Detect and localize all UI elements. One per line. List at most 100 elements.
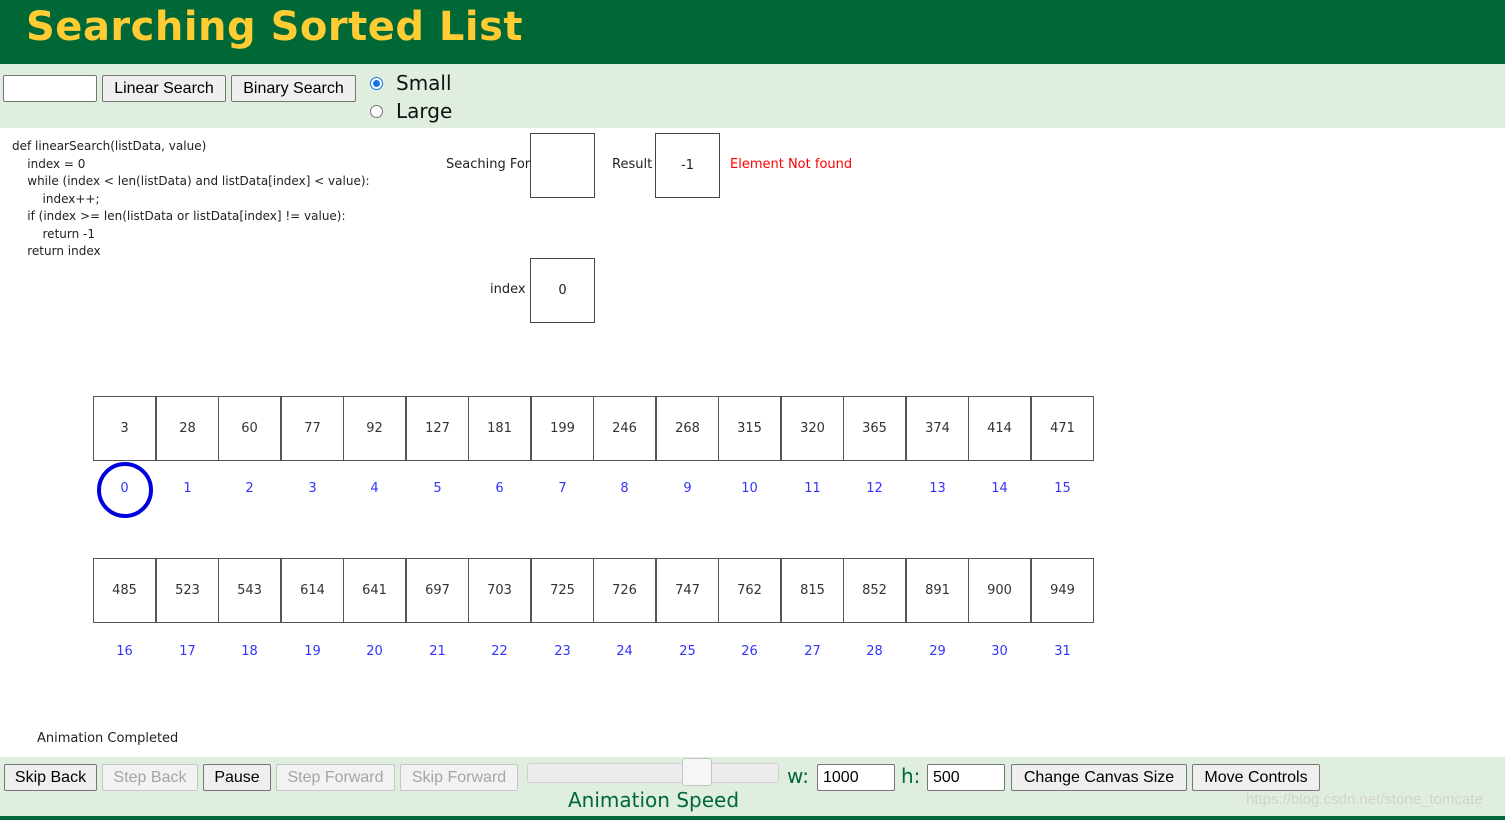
array-index-label: 23 — [554, 644, 571, 659]
linear-search-button[interactable]: Linear Search — [102, 75, 226, 102]
array-index-label: 9 — [683, 481, 692, 496]
code-listing: def linearSearch(listData, value) index … — [12, 138, 370, 261]
array-index-label: 26 — [741, 644, 758, 659]
radio-small[interactable] — [370, 76, 383, 90]
canvas-width-input[interactable] — [817, 764, 895, 791]
radio-large[interactable] — [370, 104, 383, 118]
array-index-label: 12 — [866, 481, 883, 496]
search-input[interactable] — [3, 75, 97, 102]
step-forward-button[interactable]: Step Forward — [276, 764, 395, 791]
move-controls-button[interactable]: Move Controls — [1192, 764, 1320, 791]
code-line: index++; — [12, 191, 100, 206]
array-cell: 28 — [156, 396, 219, 461]
array-index-label: 11 — [804, 481, 821, 496]
array-index-label: 5 — [433, 481, 442, 496]
array-index-label: 24 — [616, 644, 633, 659]
speed-slider-handle[interactable] — [682, 758, 712, 786]
array-cell: 485 — [93, 558, 156, 623]
array-cell: 365 — [843, 396, 906, 461]
array-index-label: 4 — [370, 481, 379, 496]
array-index-label: 31 — [1054, 644, 1071, 659]
size-option-small[interactable]: Small — [370, 71, 452, 95]
array-cell: 77 — [281, 396, 344, 461]
index-label: index — [490, 282, 526, 297]
array-cell: 726 — [593, 558, 656, 623]
array-index-label: 2 — [245, 481, 254, 496]
array-index-label: 19 — [304, 644, 321, 659]
array-index-label: 10 — [741, 481, 758, 496]
array-index-label: 3 — [308, 481, 317, 496]
array-cell: 891 — [906, 558, 969, 623]
current-index-highlight — [97, 462, 153, 518]
index-box: 0 — [530, 258, 595, 323]
array-index-label: 18 — [241, 644, 258, 659]
array-cell: 697 — [406, 558, 469, 623]
array-index-label: 16 — [116, 644, 133, 659]
array-cell: 614 — [281, 558, 344, 623]
array-cell: 747 — [656, 558, 719, 623]
pause-button[interactable]: Pause — [203, 764, 271, 791]
result-label: Result — [612, 157, 653, 172]
array-cell: 471 — [1031, 396, 1094, 461]
array-cell: 852 — [843, 558, 906, 623]
page-title: Searching Sorted List — [26, 4, 524, 50]
array-index-label: 29 — [929, 644, 946, 659]
speed-label: Animation Speed — [568, 788, 740, 812]
array-cell: 315 — [718, 396, 781, 461]
array-index-label: 13 — [929, 481, 946, 496]
array-index-label: 30 — [991, 644, 1008, 659]
binary-search-button[interactable]: Binary Search — [231, 75, 356, 102]
skip-forward-button[interactable]: Skip Forward — [400, 764, 518, 791]
array-cell: 725 — [531, 558, 594, 623]
array-cell: 181 — [468, 396, 531, 461]
array-cell: 246 — [593, 396, 656, 461]
array-cell: 127 — [406, 396, 469, 461]
array-cell: 543 — [218, 558, 281, 623]
canvas-height-input[interactable] — [927, 764, 1005, 791]
result-message: Element Not found — [730, 157, 853, 172]
radio-large-label: Large — [396, 99, 453, 123]
speed-slider-track[interactable] — [527, 763, 779, 783]
change-canvas-size-button[interactable]: Change Canvas Size — [1011, 764, 1187, 791]
animation-status: Animation Completed — [37, 731, 179, 746]
code-line: while (index < len(listData) and listDat… — [12, 174, 370, 188]
array-cell: 703 — [468, 558, 531, 623]
array-index-label: 7 — [558, 481, 567, 496]
array-index-label: 15 — [1054, 481, 1071, 496]
skip-back-button[interactable]: Skip Back — [4, 764, 97, 791]
code-line: def linearSearch(listData, value) — [12, 139, 207, 153]
searching-for-label: Seaching For — [446, 157, 531, 172]
height-label: h: — [901, 764, 921, 788]
array-index-label: 14 — [991, 481, 1008, 496]
array-index-label: 20 — [366, 644, 383, 659]
array-index-label: 17 — [179, 644, 196, 659]
array-cell: 320 — [781, 396, 844, 461]
array-index-label: 28 — [866, 644, 883, 659]
array-cell: 60 — [218, 396, 281, 461]
array-cell: 199 — [531, 396, 594, 461]
size-option-large[interactable]: Large — [370, 99, 452, 123]
array-cell: 414 — [968, 396, 1031, 461]
array-cell: 815 — [781, 558, 844, 623]
watermark: https://blog.csdn.net/stone_tomcate — [1246, 791, 1483, 808]
step-back-button[interactable]: Step Back — [102, 764, 198, 791]
radio-small-label: Small — [396, 71, 452, 95]
bottom-border — [0, 816, 1505, 820]
code-line: return -1 — [12, 226, 95, 241]
code-line: index = 0 — [12, 156, 86, 171]
array-cell: 641 — [343, 558, 406, 623]
array-index-label: 6 — [495, 481, 504, 496]
searching-for-box — [530, 133, 595, 198]
header-bar: Searching Sorted List — [0, 0, 1505, 64]
code-line: if (index >= len(listData or listData[in… — [12, 209, 346, 223]
array-index-label: 8 — [620, 481, 629, 496]
array-cell: 900 — [968, 558, 1031, 623]
array-cell: 92 — [343, 396, 406, 461]
array-index-label: 27 — [804, 644, 821, 659]
array-index-label: 25 — [679, 644, 696, 659]
array-index-label: 21 — [429, 644, 446, 659]
width-label: w: — [787, 764, 810, 788]
array-index-label: 1 — [183, 481, 192, 496]
array-cell: 3 — [93, 396, 156, 461]
array-cell: 762 — [718, 558, 781, 623]
